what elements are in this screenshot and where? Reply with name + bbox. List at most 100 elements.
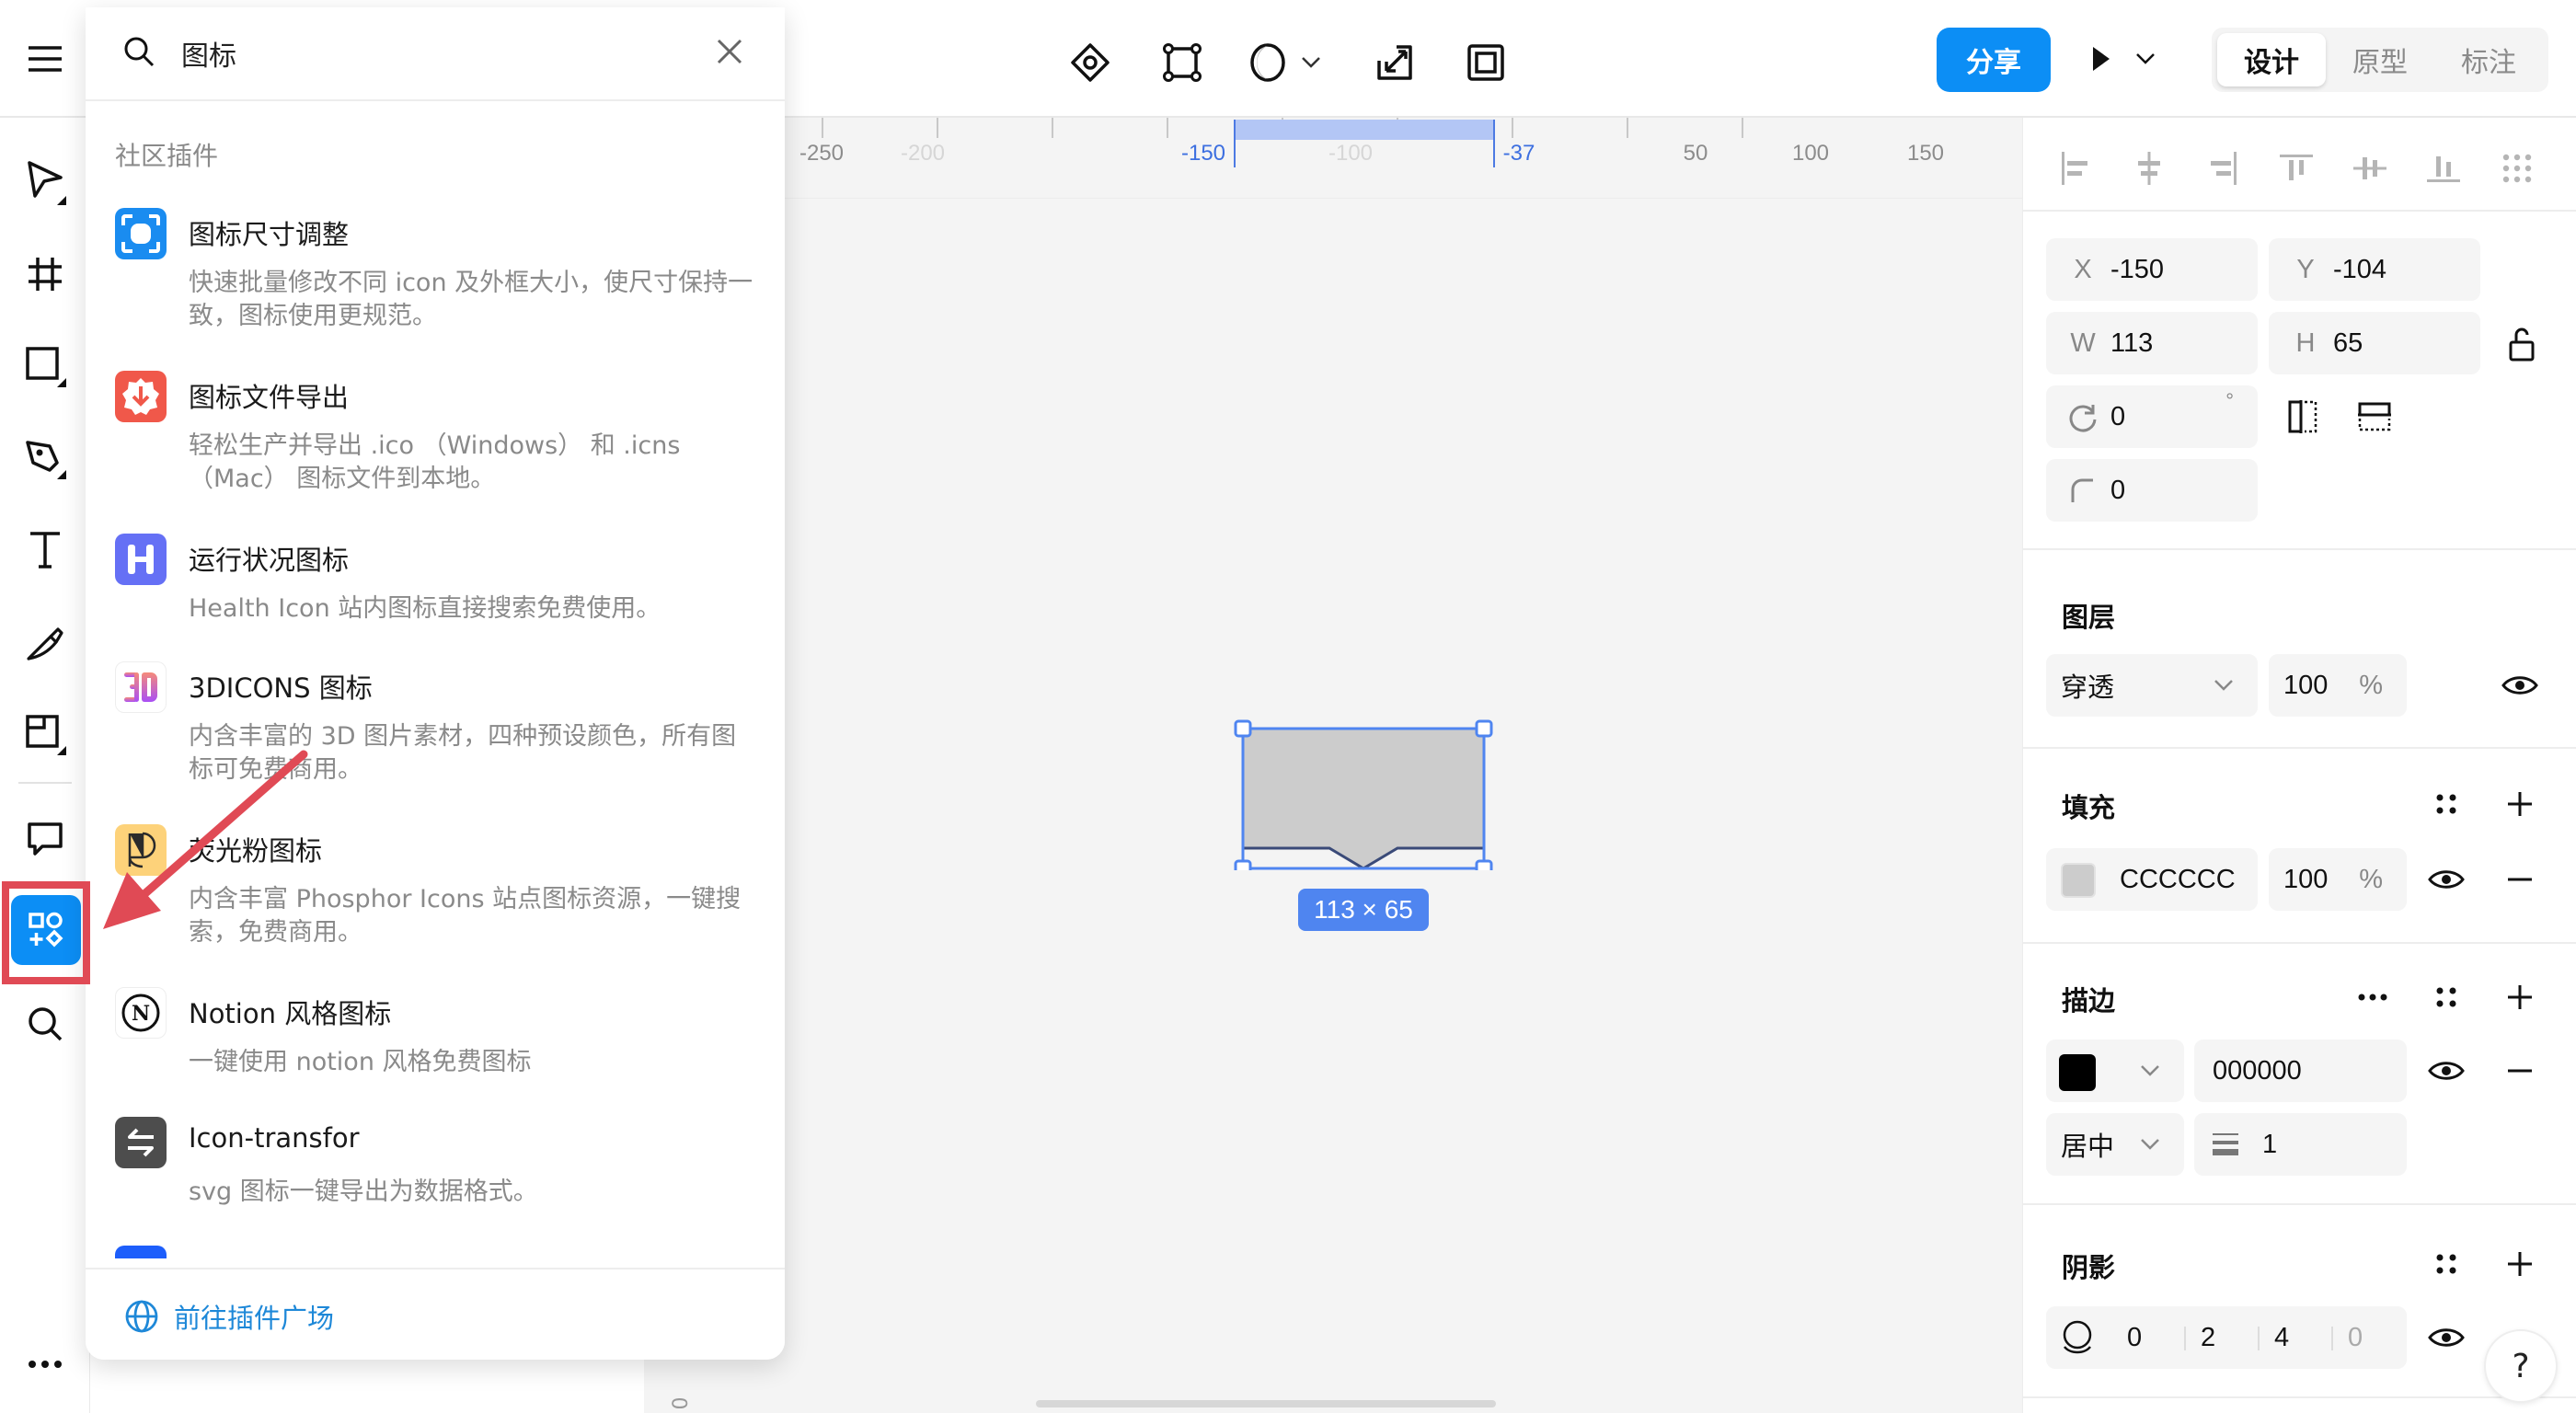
stroke-more-options-icon[interactable] (2351, 975, 2395, 1019)
tab-annotate[interactable]: 标注 (2434, 33, 2543, 86)
plugin-marketplace-link[interactable]: 前往插件广场 (124, 1297, 334, 1336)
align-horizontal-center-icon[interactable] (2126, 145, 2172, 191)
stroke-color-select[interactable] (2046, 1040, 2184, 1102)
plugin-item[interactable]: 3DICONS 图标 内含丰富的 3D 图片素材，四种预设颜色，所有图标可免费商… (86, 661, 785, 809)
shadow-blur[interactable]: 4 (2274, 1323, 2289, 1353)
stroke-position-select[interactable]: 居中 (2046, 1113, 2184, 1176)
align-bottom-icon[interactable] (2421, 145, 2467, 191)
plugin-item[interactable]: 图标文件导出 轻松生产并导出 .ico （Windows） 和 .icns （M… (86, 371, 785, 518)
layer-visibility-eye-icon[interactable] (2498, 663, 2542, 707)
help-button[interactable]: ? (2484, 1329, 2558, 1403)
height-field[interactable]: H 65 (2269, 312, 2480, 374)
pen-tool-icon[interactable] (17, 431, 73, 486)
frame-tool-icon[interactable] (17, 247, 73, 302)
comment-tool-icon[interactable] (17, 812, 73, 867)
blend-mode-select[interactable]: 穿透 (2046, 654, 2258, 717)
shadow-styles-icon[interactable] (2424, 1242, 2468, 1286)
chevron-down-icon[interactable] (1288, 37, 1334, 88)
resize-icon[interactable] (1369, 37, 1420, 88)
path-edit-icon[interactable] (1156, 37, 1208, 88)
stroke-swatch[interactable] (2059, 1054, 2096, 1091)
layer-opacity-field[interactable]: 100 % (2269, 654, 2407, 717)
remove-fill-icon[interactable] (2498, 857, 2542, 902)
x-field[interactable]: X -150 (2046, 238, 2258, 301)
stroke-styles-icon[interactable] (2424, 975, 2468, 1019)
move-tool-icon[interactable] (17, 155, 73, 210)
vertical-ruler-label: 0 (666, 1396, 690, 1410)
fill-swatch[interactable] (2061, 863, 2096, 898)
ruler-label: 100 (1791, 141, 1830, 166)
horizontal-scrollbar[interactable] (1036, 1400, 1496, 1407)
boolean-mask-icon[interactable] (1242, 37, 1294, 88)
add-shadow-icon[interactable] (2498, 1242, 2542, 1286)
shadow-y[interactable]: 2 (2201, 1323, 2215, 1353)
align-vertical-center-icon[interactable] (2347, 145, 2393, 191)
slice-tool-icon[interactable] (17, 706, 73, 762)
add-stroke-icon[interactable] (2498, 975, 2542, 1019)
plugin-item[interactable]: 荧光粉图标 内含丰富 Phosphor Icons 站点图标资源，一键搜索，免费… (86, 824, 785, 971)
chevron-down-icon (2140, 1138, 2160, 1151)
fill-opacity-field[interactable]: 100 % (2269, 848, 2407, 911)
shadow-visibility-eye-icon[interactable] (2424, 1315, 2468, 1360)
callout-shape (1243, 729, 1484, 870)
plugin-item[interactable]: N Notion 风格图标 一键使用 notion 风格免费图标 (86, 987, 785, 1097)
tab-design[interactable]: 设计 (2217, 33, 2326, 86)
fill-styles-icon[interactable] (2424, 782, 2468, 826)
plugin-item[interactable]: 图标尺寸调整 快速批量修改不同 icon 及外框大小，使尺寸保持一致，图标使用更… (86, 208, 785, 355)
plugin-item[interactable]: Icon-transfor svg 图标一键导出为数据格式。 (86, 1117, 785, 1227)
flip-horizontal-icon[interactable] (2281, 395, 2325, 439)
plugin-name: 荧光粉图标 (189, 835, 323, 867)
remove-stroke-icon[interactable] (2498, 1049, 2542, 1093)
shadow-x[interactable]: 0 (2127, 1323, 2142, 1353)
toolbar-divider (18, 782, 72, 784)
corner-radius-field[interactable]: 0 (2046, 459, 2258, 522)
ruler-label: -200 (900, 141, 946, 166)
add-fill-icon[interactable] (2498, 782, 2542, 826)
divider (2331, 1327, 2333, 1350)
fill-color-field[interactable]: CCCCCC (2046, 848, 2258, 911)
stroke-weight-icon (2213, 1132, 2238, 1157)
play-icon[interactable] (2083, 33, 2120, 85)
divider (2258, 1327, 2260, 1350)
corner-radius-icon (2055, 477, 2110, 504)
ruler-tick (1742, 118, 1743, 138)
download-badge-icon (115, 371, 167, 422)
rotation-field[interactable]: 0 ° (2046, 385, 2258, 448)
align-left-icon[interactable] (2053, 145, 2099, 191)
search-tool-icon[interactable] (17, 996, 73, 1051)
stroke-visibility-eye-icon[interactable] (2424, 1049, 2468, 1093)
more-tools-icon[interactable] (17, 1337, 73, 1392)
left-toolbar (0, 118, 90, 1413)
shadow-section-title: 阴影 (2062, 1252, 2116, 1283)
hamburger-menu-icon[interactable] (19, 33, 71, 85)
play-options-chevron-icon[interactable] (2127, 33, 2164, 85)
ruler-tick (1052, 118, 1053, 138)
stroke-hex-field[interactable]: 000000 (2194, 1040, 2407, 1102)
plugin-name: 运行状况图标 (189, 545, 350, 576)
distribute-icon[interactable] (2494, 145, 2540, 191)
fill-visibility-eye-icon[interactable] (2424, 857, 2468, 902)
frame-icon[interactable] (1460, 37, 1512, 88)
y-field[interactable]: Y -104 (2269, 238, 2480, 301)
width-field[interactable]: W 113 (2046, 312, 2258, 374)
align-right-icon[interactable] (2200, 145, 2246, 191)
align-top-icon[interactable] (2273, 145, 2319, 191)
canvas[interactable]: 0-300-250-200-150-100-3750100150 0 113 ×… (616, 118, 2022, 1413)
flip-vertical-icon[interactable] (2352, 395, 2397, 439)
shadow-spread[interactable]: 0 (2348, 1323, 2363, 1353)
unlock-aspect-ratio-icon[interactable] (2500, 322, 2544, 366)
rectangle-tool-icon[interactable] (17, 339, 73, 394)
clear-search-icon[interactable] (711, 33, 748, 70)
knife-tool-icon[interactable] (17, 615, 73, 670)
selected-shape[interactable] (1234, 719, 1495, 870)
shadow-field[interactable]: 0 2 4 0 (2046, 1306, 2407, 1369)
component-icon[interactable] (1064, 37, 1116, 88)
plugin-item[interactable]: Arco 工具箱 (86, 1246, 785, 1258)
horizontal-ruler: 0-300-250-200-150-100-3750100150 (616, 118, 2022, 199)
text-tool-icon[interactable] (17, 523, 73, 578)
plugin-search-input[interactable] (181, 26, 660, 81)
tab-prototype[interactable]: 原型 (2326, 33, 2434, 86)
stroke-weight-field[interactable]: 1 (2194, 1113, 2407, 1176)
share-button[interactable]: 分享 (1937, 28, 2051, 92)
plugin-item[interactable]: 运行状况图标 Health Icon 站内图标直接搜索免费使用。 (86, 534, 785, 644)
